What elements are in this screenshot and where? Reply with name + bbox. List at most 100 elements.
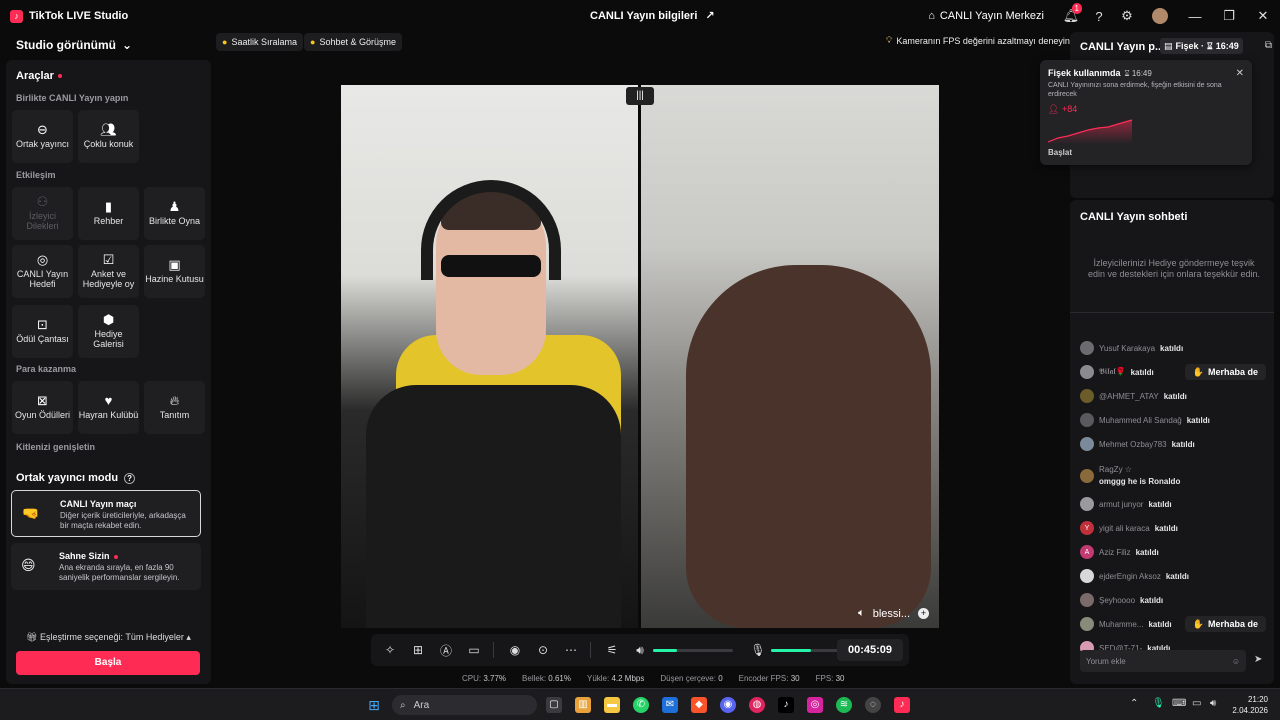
outlook-icon[interactable]: ✉ <box>662 697 678 713</box>
task-view-icon[interactable]: ▢ <box>546 697 562 713</box>
store-icon[interactable]: ▥ <box>575 697 591 713</box>
send-icon[interactable]: ➤ <box>1254 654 1262 665</box>
chat-username[interactable]: Muhamme... <box>1099 620 1143 629</box>
hourly-ranking-button[interactable]: ● Saatlik Sıralama <box>216 33 303 51</box>
maximize-button[interactable]: ❐ <box>1212 8 1246 24</box>
match-option-selector[interactable]: 🎁︎ Eşleştirme seçeneği: Tüm Hediyeler ▴ <box>6 632 211 643</box>
popout-icon[interactable]: ⧉ <box>1265 40 1272 51</box>
guest-name: blessi... <box>872 607 910 620</box>
say-hello-button[interactable]: ✋ Merhaba de <box>1184 364 1266 380</box>
avatar[interactable] <box>1080 469 1094 483</box>
app-icon[interactable]: ◍ <box>749 697 765 713</box>
tiktok-studio-icon[interactable]: ♪ <box>894 697 910 713</box>
help-icon[interactable]: ? <box>1086 3 1112 29</box>
chat-username[interactable]: armut junyor <box>1099 500 1143 509</box>
instagram-icon[interactable]: ◎ <box>807 697 823 713</box>
chat-username[interactable]: @AHMET_ATAY <box>1099 392 1159 401</box>
avatar[interactable]: Y <box>1080 521 1094 535</box>
taskbar-search[interactable]: ⌕ Ara <box>392 695 537 715</box>
volume-tray-icon[interactable]: 🔊︎ <box>1210 698 1216 709</box>
layout-split-icon[interactable]: ||| <box>626 87 654 105</box>
record-icon[interactable]: ◉ <box>502 643 528 657</box>
avatar[interactable] <box>1080 569 1094 583</box>
tile-reward-bag[interactable]: ⊡ Ödül Çantası <box>12 305 73 358</box>
chat-call-button[interactable]: ● Sohbet & Görüşme <box>304 33 402 51</box>
avatar[interactable] <box>1080 593 1094 607</box>
add-source-icon[interactable]: ⊞ <box>405 643 431 657</box>
tile-live-goal[interactable]: ◎ CANLI Yayın Hedefi <box>12 245 73 298</box>
mixer-icon[interactable]: ⚟ <box>599 643 625 657</box>
minimize-button[interactable]: — <box>1178 9 1212 24</box>
chat-username[interactable]: RagZy ☆ <box>1099 464 1180 476</box>
tile-play-together[interactable]: ♟ Birlikte Oyna <box>144 187 205 240</box>
chat-username[interactable]: Şeyhoooo <box>1099 596 1135 605</box>
clock[interactable]: 21:20 2.04.2026 <box>1232 694 1268 716</box>
tile-promote[interactable]: 🔥︎ Tanıtım <box>144 381 205 434</box>
mic-tray-icon[interactable]: 🎙︎ <box>1152 698 1165 709</box>
close-icon[interactable]: ✕ <box>1236 68 1244 79</box>
start-match-button[interactable]: Başla <box>16 651 200 675</box>
windows-start-icon[interactable]: ⊞ <box>366 697 382 713</box>
avatar[interactable] <box>1080 497 1094 511</box>
caption-icon[interactable]: ▭ <box>461 643 487 657</box>
tile-cohost[interactable]: ⊖ Ortak yayıncı <box>12 110 73 163</box>
avatar[interactable]: A <box>1080 545 1094 559</box>
chevron-up-icon[interactable]: ⌃ <box>1130 698 1138 709</box>
tile-treasure-box[interactable]: ▣ Hazine Kutusu <box>144 245 205 298</box>
avatar[interactable] <box>1080 389 1094 403</box>
keyboard-icon[interactable]: ⌨ <box>1172 698 1186 709</box>
volume-icon[interactable]: 🔊︎ <box>627 643 653 658</box>
chat-username[interactable]: 𝕭𝖎𝖑𝖆𝖑🌹 <box>1099 367 1126 377</box>
spotify-icon[interactable]: ≋ <box>836 697 852 713</box>
say-hello-button[interactable]: ✋ Merhaba de <box>1184 616 1266 632</box>
comment-input[interactable]: Yorum ekle ☺ <box>1080 650 1246 672</box>
follow-plus-icon[interactable]: + <box>918 608 929 619</box>
whatsapp-icon[interactable]: ✆ <box>633 697 649 713</box>
more-icon[interactable]: ⋯ <box>558 643 584 657</box>
guest-name-tag[interactable]: 🔈︎ blessi... + <box>858 607 929 620</box>
discord-icon[interactable]: ◉ <box>720 697 736 713</box>
tile-game-rewards[interactable]: ⊠ Oyun Ödülleri <box>12 381 73 434</box>
chat-username[interactable]: Muhammed Ali Sandağ <box>1099 416 1182 425</box>
chat-username[interactable]: ejderEngin Aksoz <box>1099 572 1161 581</box>
help-icon[interactable]: ? <box>124 472 136 484</box>
tiktok-icon[interactable]: ♪ <box>778 697 794 713</box>
avatar[interactable] <box>1080 437 1094 451</box>
avatar[interactable] <box>1080 413 1094 427</box>
firework-pill[interactable]: ▤ Fişek · ⌛︎ 16:49 <box>1160 38 1243 54</box>
microphone-icon[interactable]: 🎙︎ <box>745 643 771 657</box>
obs-icon[interactable]: ◌ <box>865 697 881 713</box>
brave-icon[interactable]: ◆ <box>691 697 707 713</box>
avatar[interactable] <box>1080 365 1094 379</box>
chat-username[interactable]: Mehmet Ozbay783 <box>1099 440 1167 449</box>
live-info-button[interactable]: CANLI Yayın bilgileri ↗ <box>590 9 715 23</box>
tile-multi-guest[interactable]: 👥︎ Çoklu konuk <box>78 110 139 163</box>
mode-stage[interactable]: 😄 Sahne Sizin Ana ekranda sırayla, en fa… <box>11 543 201 590</box>
chat-username[interactable]: Yusuf Karakaya <box>1099 344 1155 353</box>
avatar[interactable] <box>1152 8 1168 24</box>
chat-username[interactable]: Aziz Filiz <box>1099 548 1131 557</box>
mode-live-match[interactable]: 🤜 CANLI Yayın maçı Diğer içerik üreticil… <box>11 490 201 537</box>
ai-icon[interactable]: Ⓐ <box>433 642 459 659</box>
tile-fan-club[interactable]: ♥ Hayran Kulübü <box>78 381 139 434</box>
bell-icon[interactable]: 🔔︎ 1 <box>1058 3 1084 29</box>
network-icon[interactable]: ▭ <box>1192 698 1201 709</box>
close-button[interactable]: ✕ <box>1246 8 1280 24</box>
tile-gift-gallery[interactable]: ⬢ Hediye Galerisi <box>78 305 139 358</box>
folder-icon[interactable]: ▬ <box>604 697 620 713</box>
magic-wand-icon[interactable]: ✧ <box>377 643 403 657</box>
tile-poll[interactable]: ☑ Anket ve Hediyeyle oy <box>78 245 139 298</box>
tile-guide[interactable]: ▮ Rehber <box>78 187 139 240</box>
studio-view-dropdown[interactable]: Studio görünümü ⌄ <box>16 38 132 52</box>
volume-slider[interactable] <box>653 648 733 652</box>
tile-viewer-wishes[interactable]: ⚇ İzleyici Dilekleri <box>12 187 73 240</box>
avatar[interactable] <box>1080 341 1094 355</box>
gear-icon[interactable]: ⚙ <box>1114 3 1140 29</box>
avatar[interactable] <box>1080 617 1094 631</box>
capture-icon[interactable]: ⊙ <box>530 643 556 657</box>
emoji-icon[interactable]: ☺ <box>1232 657 1240 666</box>
chat-username[interactable]: yigit ali karaca <box>1099 524 1150 533</box>
separator <box>590 642 591 658</box>
chat-title: CANLI Yayın sohbeti <box>1080 211 1188 223</box>
live-center-button[interactable]: ⌂ CANLI Yayın Merkezi <box>928 10 1044 22</box>
